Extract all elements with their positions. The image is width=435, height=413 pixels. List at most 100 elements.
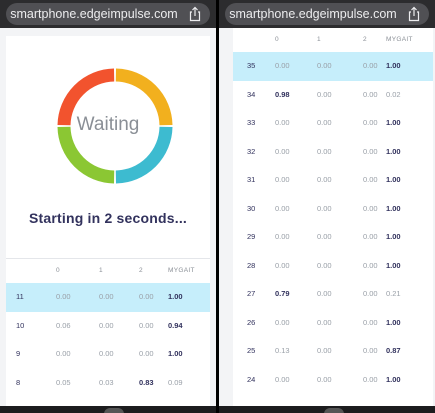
url-field[interactable]: smartphone.edgeimpulse.com (6, 3, 210, 25)
waiting-label: Waiting (76, 114, 140, 135)
table-cell: 0.00 (363, 175, 378, 184)
table-cell: 1.00 (168, 292, 183, 301)
row-index: 11 (16, 292, 24, 301)
table-cell: 0.00 (99, 292, 114, 301)
row-index: 34 (247, 89, 256, 99)
table-cell: 0.00 (317, 346, 332, 355)
table-cell: 0.00 (317, 260, 332, 270)
table-cell: 1.00 (386, 175, 401, 184)
row-index: 27 (247, 289, 256, 298)
table-cell: 0.00 (363, 89, 378, 99)
status-card: Waiting Starting in 2 seconds... (6, 36, 210, 258)
table-cell: 0.00 (317, 61, 332, 70)
row-index: 10 (16, 320, 25, 330)
column-header: 1 (99, 267, 103, 274)
url-text: smartphone.edgeimpulse.com (10, 7, 178, 21)
url-text: smartphone.edgeimpulse.com (229, 7, 397, 21)
table-cell: 1.00 (386, 146, 401, 156)
table-cell: 0.79 (275, 289, 290, 298)
table-cell: 0.00 (363, 346, 378, 355)
table-cell: 0.00 (275, 203, 290, 213)
row-index: 24 (247, 374, 256, 384)
column-header: 0 (275, 36, 279, 43)
share-icon[interactable] (187, 6, 203, 22)
table-cell: 1.00 (386, 118, 401, 127)
table-cell: 0.00 (139, 320, 154, 330)
address-bar: smartphone.edgeimpulse.com (219, 0, 435, 28)
table-cell: 0.00 (275, 118, 290, 127)
toolbar-button[interactable] (104, 408, 124, 413)
column-header: 0 (56, 267, 60, 274)
row-index: 25 (247, 346, 256, 355)
table-cell: 0.06 (56, 320, 71, 330)
table-cell: 0.00 (317, 146, 332, 156)
table-header: 0 1 2 MYGAIT (233, 28, 433, 52)
table-cell: 0.00 (363, 203, 378, 213)
results-table: 0 1 2 MYGAIT 35 0.00 0.00 0.00 1.00 34 0.98 0.00 0.0… (233, 28, 433, 413)
table-cell: 0.00 (275, 146, 290, 156)
row-index: 35 (247, 61, 256, 70)
table-cell: 0.00 (99, 320, 114, 330)
table-cell: 1.00 (386, 232, 401, 241)
table-cell: 0.00 (363, 61, 378, 70)
table-cell: 0.00 (363, 232, 378, 241)
row-index: 26 (247, 317, 256, 327)
table-row: 29 0.00 0.00 0.00 1.00 (233, 223, 433, 252)
left-phone-screen: smartphone.edgeimpulse.com Waiting Start… (0, 0, 216, 413)
table-header: 0 1 2 MYGAIT (6, 259, 210, 283)
table-cell: 0.00 (317, 374, 332, 384)
table-cell: 0.00 (275, 374, 290, 384)
table-cell: 0.00 (363, 374, 378, 384)
countdown-text: Starting in 2 seconds... (28, 210, 188, 226)
table-row: 24 0.00 0.00 0.00 1.00 (233, 366, 433, 395)
table-cell: 0.13 (275, 346, 290, 355)
table-cell: 0.00 (317, 175, 332, 184)
column-header: 2 (139, 267, 143, 274)
row-index: 29 (247, 232, 256, 241)
table-cell: 0.83 (139, 377, 154, 387)
table-cell: 0.00 (317, 232, 332, 241)
table-cell: 0.00 (363, 146, 378, 156)
results-table: 0 1 2 MYGAIT 11 0.00 0.00 0.00 1.00 10 0.06 0.00 0.0… (6, 258, 210, 413)
table-row: 32 0.00 0.00 0.00 1.00 (233, 138, 433, 167)
toolbar-button[interactable] (324, 408, 344, 413)
table-cell: 1.00 (386, 61, 401, 70)
table-cell: 0.00 (56, 292, 71, 301)
row-index: 31 (247, 175, 256, 184)
row-index: 28 (247, 260, 256, 270)
table-cell: 0.00 (139, 349, 154, 358)
table-cell: 1.00 (386, 203, 401, 213)
table-cell: 0.02 (386, 89, 401, 99)
table-cell: 1.00 (386, 317, 401, 327)
table-row: 11 0.00 0.00 0.00 1.00 (6, 283, 210, 312)
url-field[interactable]: smartphone.edgeimpulse.com (225, 3, 429, 25)
table-cell: 0.05 (56, 377, 71, 387)
row-index: 33 (247, 118, 256, 127)
table-cell: 0.00 (275, 175, 290, 184)
table-cell: 0.21 (386, 289, 401, 298)
column-header: MYGAIT (386, 36, 413, 43)
table-cell: 1.00 (168, 349, 183, 358)
table-row: 26 0.00 0.00 0.00 1.00 (233, 309, 433, 338)
column-header: MYGAIT (168, 267, 195, 274)
table-cell: 0.87 (386, 346, 401, 355)
row-index: 9 (16, 349, 21, 358)
table-cell: 0.00 (275, 61, 290, 70)
table-cell: 0.00 (317, 89, 332, 99)
bottom-toolbar (0, 406, 216, 413)
table-cell: 0.98 (275, 89, 290, 99)
column-header: 2 (363, 36, 367, 43)
row-index: 32 (247, 146, 256, 156)
column-header: 1 (317, 36, 321, 43)
table-row: 30 0.00 0.00 0.00 1.00 (233, 195, 433, 224)
row-index: 8 (16, 377, 21, 387)
table-cell: 1.00 (386, 374, 401, 384)
share-icon[interactable] (406, 6, 422, 22)
table-row: 35 0.00 0.00 0.00 1.00 (233, 52, 433, 81)
table-row: 33 0.00 0.00 0.00 1.00 (233, 109, 433, 138)
table-cell: 0.00 (317, 317, 332, 327)
table-cell: 0.94 (168, 320, 183, 330)
table-cell: 0.00 (139, 292, 154, 301)
table-cell: 0.00 (99, 349, 114, 358)
table-row: 31 0.00 0.00 0.00 1.00 (233, 166, 433, 195)
